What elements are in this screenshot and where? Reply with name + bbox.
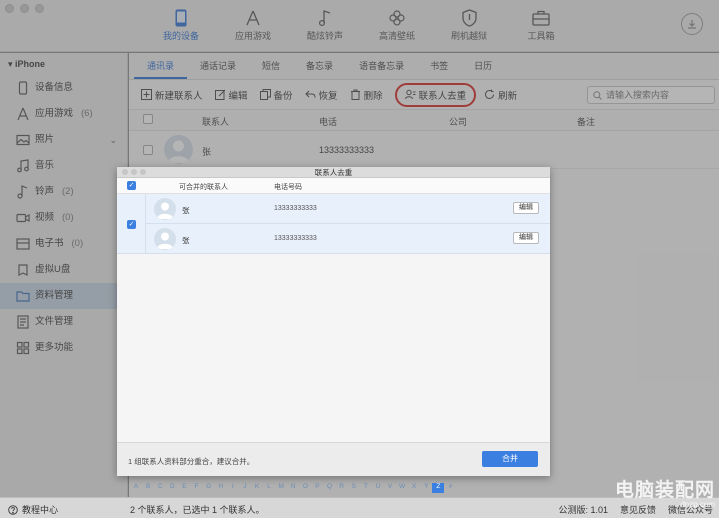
merge-suggestion-text: 1 组联系人资料部分重合，建议合并。 [128,457,255,466]
merge-contact-name: 张 [182,236,190,245]
alphabet-letter[interactable]: I [227,483,239,493]
edit-contact-button[interactable]: 编辑 [513,232,539,244]
alphabet-letter[interactable]: V [384,483,396,493]
alphabet-letter[interactable]: L [263,483,275,493]
dialog-table-header: ✓ 可合并的联系人 电话号码 [117,178,550,194]
group-checkbox[interactable]: ✓ [127,220,136,229]
dedupe-dialog: 联系人去重 ✓ 可合并的联系人 电话号码 ✓ 张 13333333333 编辑 … [117,167,550,476]
tutorial-center-link[interactable]: 教程中心 [8,503,58,516]
dialog-minimize-button[interactable] [131,169,137,175]
merge-row[interactable]: 张 13333333333 编辑 [146,224,550,254]
avatar [154,228,176,250]
watermark-title: 电脑装配网 [614,479,715,501]
avatar [154,198,176,220]
dialog-titlebar: 联系人去重 [117,167,550,178]
alphabet-letter[interactable]: G [203,483,215,493]
alphabet-letter[interactable]: Z [432,483,445,493]
status-bar: 教程中心 2 个联系人，已选中 1 个联系人。 公测版: 1.01 意见反馈 微… [0,497,719,518]
merge-contact-phone: 13333333333 [274,235,317,242]
selection-status: 2 个联系人，已选中 1 个联系人。 [130,505,265,515]
alphabet-letter[interactable]: B [142,483,154,493]
alphabet-letter[interactable]: Q [324,483,336,493]
alphabet-letter[interactable]: S [348,483,360,493]
alphabet-letter[interactable]: W [396,483,408,493]
alphabet-letter[interactable]: T [360,483,372,493]
alphabet-letter[interactable]: Y [420,483,432,493]
help-label: 教程中心 [22,505,59,515]
edit-contact-button[interactable]: 编辑 [513,202,539,214]
merge-row[interactable]: 张 13333333333 编辑 [146,194,550,224]
person-icon [157,202,173,219]
dialog-zoom-button[interactable] [140,169,146,175]
alphabet-letter[interactable]: C [154,483,166,493]
alphabet-index: A B C D E F G H I J K L M N O P Q R S T U V W X Y Z # [130,483,518,493]
dialog-select-all-checkbox[interactable]: ✓ [127,181,136,190]
column-header-mergeable: 可合并的联系人 [179,184,228,191]
alphabet-letter[interactable]: J [239,483,251,493]
dialog-title: 联系人去重 [314,168,353,177]
watermark: 电脑装配网 dnzp.com [615,475,715,509]
alphabet-letter[interactable]: O [299,483,311,493]
dialog-window-controls [122,169,146,175]
alphabet-letter[interactable]: R [336,483,348,493]
alphabet-letter[interactable]: P [311,483,323,493]
column-header-phone-number: 电话号码 [274,184,302,191]
alphabet-letter[interactable]: F [190,483,202,493]
merge-group[interactable]: ✓ 张 13333333333 编辑 张 13333333333 编辑 [117,194,550,254]
alphabet-letter[interactable]: X [408,483,420,493]
dialog-footer: 1 组联系人资料部分重合，建议合并。 合并 [117,442,550,476]
alphabet-letter[interactable]: H [215,483,227,493]
merge-button[interactable]: 合并 [482,451,538,467]
alphabet-letter[interactable]: D [166,483,178,493]
alphabet-letter[interactable]: K [251,483,263,493]
alphabet-letter[interactable]: # [444,483,456,493]
alphabet-letter[interactable]: M [275,483,287,493]
alphabet-letter[interactable]: N [287,483,299,493]
version-label: 公测版: 1.01 [558,505,608,515]
help-icon [8,504,18,515]
alphabet-letter[interactable]: U [372,483,384,493]
merge-contact-name: 张 [182,206,190,215]
alphabet-letter[interactable]: A [130,483,142,493]
alphabet-letter[interactable]: E [178,483,190,493]
person-icon [157,232,173,249]
merge-contact-phone: 13333333333 [274,205,317,212]
dialog-close-button[interactable] [122,169,128,175]
